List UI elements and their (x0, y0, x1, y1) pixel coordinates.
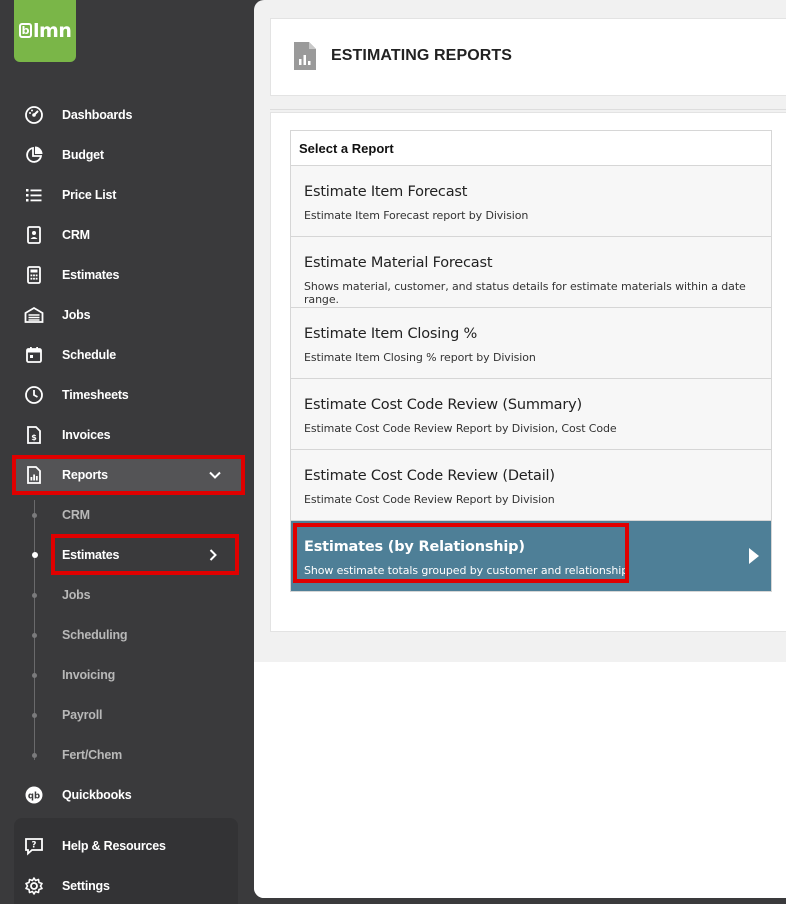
calendar-icon (23, 344, 45, 366)
sidebar: b lmn Dashboards Budget Price List CRM Es… (0, 0, 254, 904)
pie-chart-icon (23, 144, 45, 166)
list-icon (23, 184, 45, 206)
invoice-icon: $ (23, 424, 45, 446)
submenu-line (34, 500, 35, 760)
report-description: Estimate Cost Code Review Report by Divi… (304, 493, 555, 506)
svg-text:qb: qb (28, 792, 40, 802)
sidebar-item-label: CRM (62, 228, 90, 242)
sidebar-item-crm[interactable]: CRM (14, 217, 242, 253)
report-description: Shows material, customer, and status det… (304, 280, 746, 306)
contact-card-icon (23, 224, 45, 246)
submenu-dot (32, 753, 37, 758)
svg-text:$: $ (31, 433, 37, 442)
main-content: ESTIMATING REPORTS Select a Report Estim… (254, 0, 786, 898)
submenu-dot-active (32, 552, 38, 558)
sidebar-item-dashboards[interactable]: Dashboards (14, 97, 242, 133)
svg-text:?: ? (32, 841, 37, 851)
highlight-box-reports (12, 455, 245, 495)
submenu-item-label: Invoicing (62, 668, 116, 682)
sidebar-item-invoices[interactable]: $ Invoices (14, 417, 242, 453)
gear-icon (23, 875, 45, 897)
report-row-estimate-item-closing[interactable]: Estimate Item Closing % Estimate Item Cl… (291, 308, 771, 379)
sidebar-item-label: Price List (62, 188, 117, 202)
report-row-cost-code-summary[interactable]: Estimate Cost Code Review (Summary) Esti… (291, 379, 771, 450)
page-header: ESTIMATING REPORTS (270, 18, 786, 96)
submenu-item-label: Scheduling (62, 628, 128, 642)
sidebar-item-label: Schedule (62, 348, 116, 362)
submenu-dot (32, 593, 37, 598)
help-resources-button[interactable]: ? Help & Resources (14, 828, 242, 864)
calculator-icon (23, 264, 45, 286)
report-description: Estimate Cost Code Review Report by Divi… (304, 422, 617, 435)
main-background (254, 662, 786, 898)
sidebar-item-label: Estimates (62, 268, 120, 282)
report-description: Estimate Item Closing % report by Divisi… (304, 351, 536, 364)
sidebar-item-label: Settings (62, 879, 110, 893)
sidebar-item-estimates[interactable]: Estimates (14, 257, 242, 293)
report-title: Estimate Cost Code Review (Summary) (304, 397, 582, 413)
submenu-item-label: CRM (62, 508, 90, 522)
sidebar-item-timesheets[interactable]: Timesheets (14, 377, 242, 413)
sidebar-item-label: Jobs (62, 308, 91, 322)
sidebar-item-label: Dashboards (62, 108, 133, 122)
sidebar-item-schedule[interactable]: Schedule (14, 337, 242, 373)
report-title: Estimate Item Closing % (304, 326, 478, 342)
lmn-logo[interactable]: b lmn (14, 0, 76, 62)
report-description: Estimate Item Forecast report by Divisio… (304, 209, 529, 222)
submenu-dot (32, 673, 37, 678)
dashboard-icon (23, 104, 45, 126)
sidebar-item-label: Help & Resources (62, 839, 166, 853)
submenu-item-label: Fert/Chem (62, 748, 123, 762)
sidebar-item-jobs[interactable]: Jobs (14, 297, 242, 333)
report-title: Estimate Item Forecast (304, 184, 468, 200)
sidebar-item-label: Timesheets (62, 388, 129, 402)
submenu-dot (32, 513, 37, 518)
submenu-item-jobs[interactable]: Jobs (32, 580, 228, 610)
submenu-item-label: Payroll (62, 708, 103, 722)
report-row-estimate-item-forecast[interactable]: Estimate Item Forecast Estimate Item For… (291, 166, 771, 237)
sidebar-item-label: Budget (62, 148, 104, 162)
report-title: Estimate Material Forecast (304, 255, 493, 271)
quickbooks-icon: qb (23, 784, 45, 806)
submenu-item-crm[interactable]: CRM (32, 500, 228, 530)
highlight-box-estimates (51, 534, 239, 575)
help-icon: ? (23, 835, 45, 857)
submenu-dot (32, 713, 37, 718)
submenu-item-payroll[interactable]: Payroll (32, 700, 228, 730)
clock-icon (23, 384, 45, 406)
divider (270, 109, 786, 110)
logo-text: b lmn (18, 20, 72, 42)
play-arrow-icon (749, 548, 759, 564)
report-title: Estimate Cost Code Review (Detail) (304, 468, 555, 484)
report-row-cost-code-detail[interactable]: Estimate Cost Code Review (Detail) Estim… (291, 450, 771, 521)
submenu-item-scheduling[interactable]: Scheduling (32, 620, 228, 650)
report-row-estimate-material-forecast[interactable]: Estimate Material Forecast Shows materia… (291, 237, 771, 308)
report-document-icon (293, 41, 317, 71)
sidebar-item-budget[interactable]: Budget (14, 137, 242, 173)
submenu-item-invoicing[interactable]: Invoicing (32, 660, 228, 690)
submenu-dot (32, 633, 37, 638)
page-title: ESTIMATING REPORTS (331, 47, 513, 64)
report-selector-header: Select a Report (291, 131, 771, 166)
garage-icon (23, 304, 45, 326)
sidebar-item-label: Invoices (62, 428, 111, 442)
highlight-box-report-selected (293, 523, 629, 583)
sidebar-item-quickbooks[interactable]: qb Quickbooks (14, 777, 242, 813)
settings-button[interactable]: Settings (14, 868, 242, 904)
submenu-item-fert-chem[interactable]: Fert/Chem (32, 740, 228, 770)
sidebar-item-label: Quickbooks (62, 788, 132, 802)
sidebar-item-price-list[interactable]: Price List (14, 177, 242, 213)
submenu-item-label: Jobs (62, 588, 91, 602)
